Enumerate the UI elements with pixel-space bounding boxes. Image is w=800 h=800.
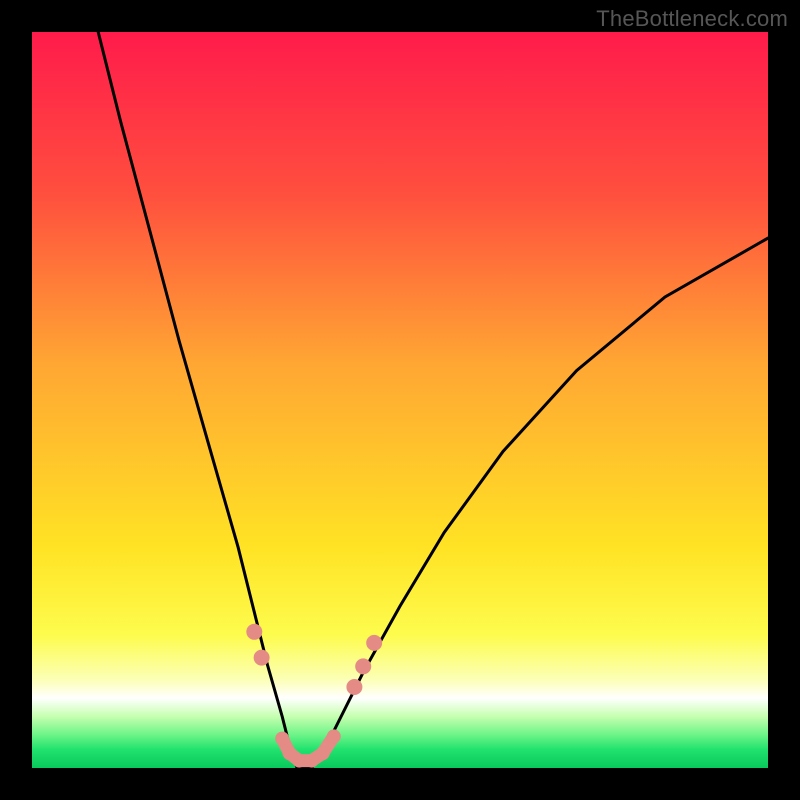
bottleneck-curve-layer	[32, 32, 768, 768]
curve-marker-dot	[292, 754, 306, 768]
curve-marker-dot	[366, 635, 382, 651]
curve-marker-dot	[355, 658, 371, 674]
curve-marker-dot	[327, 729, 341, 743]
curve-marker-dot	[275, 732, 289, 746]
curve-marker-dot	[246, 624, 262, 640]
curve-marker-dot	[254, 650, 270, 666]
curve-marker-dot	[346, 679, 362, 695]
curve-marker-dot	[316, 746, 330, 760]
watermark-text: TheBottleneck.com	[596, 6, 788, 32]
chart-container: TheBottleneck.com	[0, 0, 800, 800]
plot-area	[32, 32, 768, 768]
curve-markers	[246, 624, 382, 768]
bottleneck-curve	[98, 32, 768, 768]
